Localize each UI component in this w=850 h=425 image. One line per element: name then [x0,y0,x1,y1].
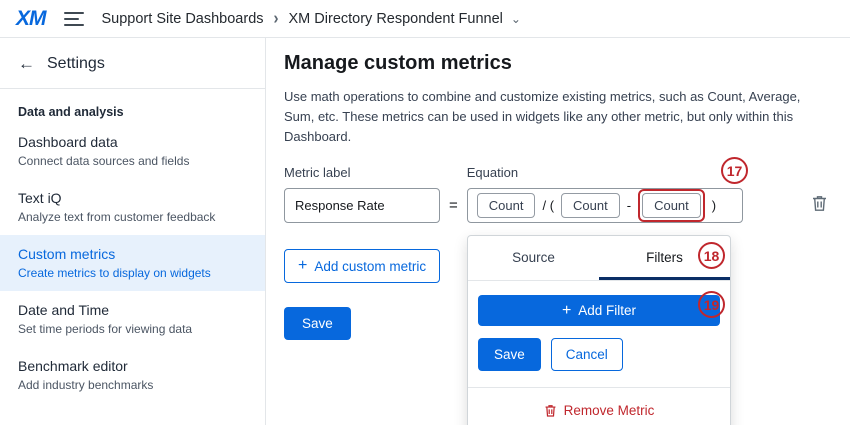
save-button[interactable]: Save [284,307,351,340]
add-custom-metric-button[interactable]: + Add custom metric [284,249,440,283]
main-content: Manage custom metrics Use math operation… [266,38,850,425]
section-data-and-analysis: Data and analysis [0,89,265,123]
chevron-right-icon: › [274,9,279,29]
annotation-17: 17 [721,157,748,184]
plus-icon: + [562,303,571,319]
sidebar-item-benchmark-editor[interactable]: Benchmark editor Add industry benchmarks [0,347,265,403]
annotation-highlight-box: Count [638,189,705,222]
trash-icon [544,403,557,418]
back-arrow-icon: ← [18,54,35,74]
page-description: Use math operations to combine and custo… [284,87,832,147]
settings-back[interactable]: ← Settings [0,38,265,89]
sidebar-item-date-and-time[interactable]: Date and Time Set time periods for viewi… [0,291,265,347]
count-button-2[interactable]: Count [561,193,620,218]
tab-source[interactable]: Source [468,236,599,280]
delete-metric-icon[interactable] [811,194,828,215]
chevron-down-icon[interactable]: ⌄ [511,12,521,26]
breadcrumb: Support Site Dashboards › XM Directory R… [102,10,521,27]
menu-icon[interactable] [64,12,84,26]
sidebar-item-text-iq[interactable]: Text iQ Analyze text from customer feedb… [0,179,265,235]
below-row: + Add custom metric Save Source Filters … [284,223,832,340]
plus-icon: + [298,258,307,274]
count-button-1[interactable]: Count [477,193,536,218]
popup-save-button[interactable]: Save [478,338,541,371]
page-title: Manage custom metrics [284,52,832,75]
equals-sign: = [449,197,458,214]
metric-label-input[interactable] [284,188,440,223]
operator-close-paren: ) [712,198,716,213]
sidebar-item-custom-metrics[interactable]: Custom metrics Create metrics to display… [0,235,265,291]
equation-heading: Equation [467,165,743,180]
app-root: XM Support Site Dashboards › XM Director… [0,0,850,425]
remove-metric-button[interactable]: Remove Metric [468,388,730,425]
page-body: ← Settings Data and analysis Dashboard d… [0,38,850,425]
operator-minus: - [627,198,631,213]
metric-options-popup: Source Filters + Add Filter Save Cancel [467,235,731,425]
breadcrumb-dashboards[interactable]: Support Site Dashboards [102,11,264,27]
annotation-19: 19 [698,291,725,318]
popup-tabs: Source Filters [468,236,730,281]
popup-actions: Save Cancel [468,338,730,371]
metric-equation-row: Metric label = Equation Count / ( Count … [284,165,832,223]
equation-box: Count / ( Count - Count ) [467,188,743,223]
operator-divide-open: / ( [542,198,554,213]
topbar: XM Support Site Dashboards › XM Director… [0,0,850,38]
metric-label-heading: Metric label [284,165,440,180]
settings-label: Settings [47,55,105,73]
xm-logo[interactable]: XM [16,7,46,31]
breadcrumb-current[interactable]: XM Directory Respondent Funnel [289,11,503,27]
settings-sidebar: ← Settings Data and analysis Dashboard d… [0,38,266,425]
popup-cancel-button[interactable]: Cancel [551,338,623,371]
sidebar-item-dashboard-data[interactable]: Dashboard data Connect data sources and … [0,123,265,179]
annotation-18: 18 [698,242,725,269]
count-button-3[interactable]: Count [642,193,701,218]
add-filter-button[interactable]: + Add Filter [478,295,720,326]
